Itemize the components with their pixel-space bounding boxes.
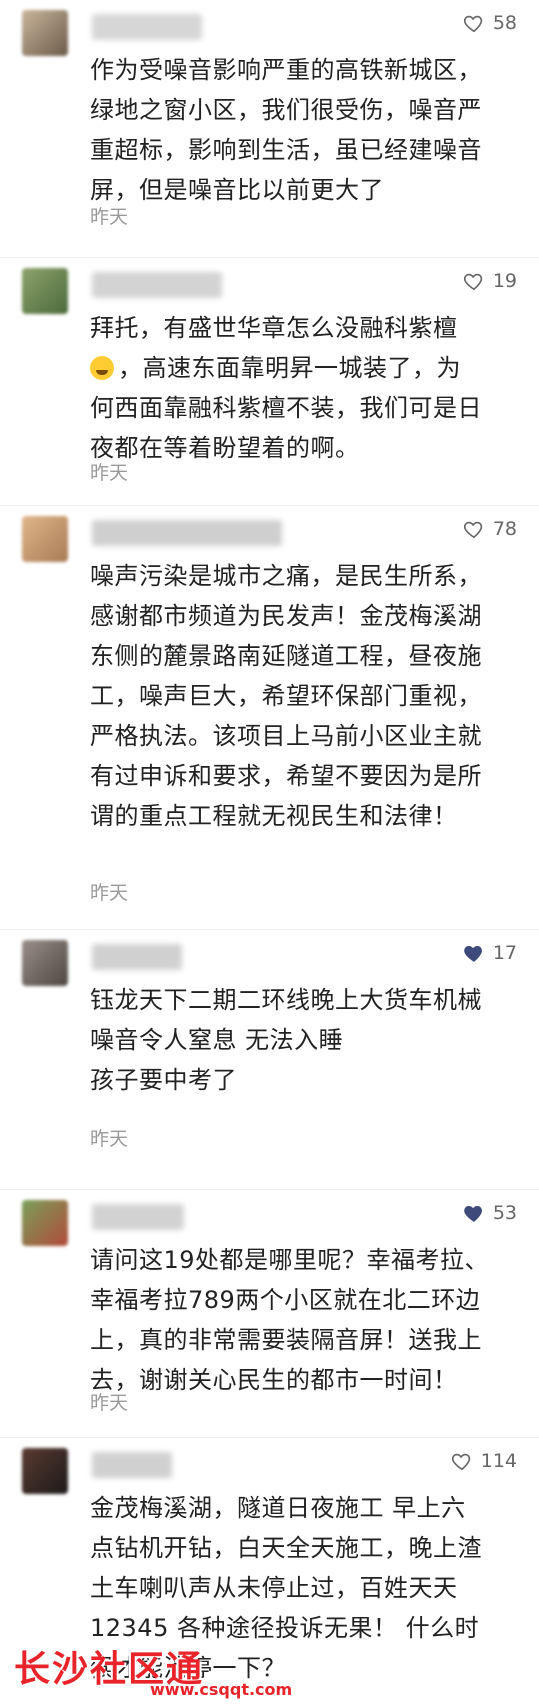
- comment-item: 17 钰龙天下二期二环线晚上大货车机械 噪音令人窒息 无法入睡 孩子要中考了 昨…: [0, 930, 539, 1190]
- comment-text: 钰龙天下二期二环线晚上大货车机械 噪音令人窒息 无法入睡 孩子要中考了: [90, 986, 482, 1094]
- watermark-url: www.csqqt.com: [150, 1680, 293, 1699]
- avatar[interactable]: [22, 940, 68, 986]
- like-count: 78: [492, 518, 517, 540]
- username-blurred[interactable]: [92, 272, 222, 298]
- like-count: 17: [492, 942, 517, 964]
- like-count: 114: [480, 1450, 517, 1472]
- comment-time: 昨天: [90, 206, 129, 228]
- comment-time: 昨天: [90, 882, 129, 904]
- heart-filled-icon: [463, 1202, 485, 1224]
- comment-item: 53 请问这19处都是哪里呢？幸福考拉、 幸福考拉789两个小区就在北二环边 上…: [0, 1190, 539, 1438]
- username-blurred[interactable]: [92, 1452, 172, 1478]
- crying-emoji-icon: [90, 356, 114, 380]
- comment-text-part: 拜托，有盛世华章怎么没融科紫檀: [90, 314, 458, 342]
- like-count: 58: [492, 12, 517, 34]
- heart-icon: [463, 518, 485, 540]
- like-button[interactable]: 19: [463, 270, 517, 292]
- comment-text-part: ，高速东面靠明昇一城装了，为 何西面靠融科紫檀不装，我们可是日 夜都在等着盼望着…: [90, 354, 482, 462]
- comment-text: 噪声污染是城市之痛，是民生所系， 感谢都市频道为民发声！金茂梅溪湖 东侧的麓景路…: [90, 562, 482, 830]
- heart-icon: [463, 12, 485, 34]
- avatar[interactable]: [22, 10, 68, 56]
- heart-icon: [451, 1450, 473, 1472]
- like-count: 53: [492, 1202, 517, 1224]
- avatar[interactable]: [22, 1448, 68, 1494]
- like-button[interactable]: 78: [463, 518, 517, 540]
- comment-item: 58 作为受噪音影响严重的高铁新城区， 绿地之窗小区，我们很受伤，噪音严 重超标…: [0, 0, 539, 258]
- like-button[interactable]: 114: [451, 1450, 517, 1472]
- username-blurred[interactable]: [92, 1204, 184, 1230]
- comment-time: 昨天: [90, 462, 129, 484]
- like-button[interactable]: 58: [463, 12, 517, 34]
- comment-item: 78 噪声污染是城市之痛，是民生所系， 感谢都市频道为民发声！金茂梅溪湖 东侧的…: [0, 506, 539, 930]
- heart-icon: [463, 270, 485, 292]
- comment-text: 作为受噪音影响严重的高铁新城区， 绿地之窗小区，我们很受伤，噪音严 重超标，影响…: [90, 56, 482, 204]
- comment-item: 19 拜托，有盛世华章怎么没融科紫檀 ，高速东面靠明昇一城装了，为 何西面靠融科…: [0, 258, 539, 506]
- username-blurred[interactable]: [92, 520, 282, 546]
- avatar[interactable]: [22, 268, 68, 314]
- comment-text: 请问这19处都是哪里呢？幸福考拉、 幸福考拉789两个小区就在北二环边 上，真的…: [90, 1246, 490, 1394]
- avatar[interactable]: [22, 1200, 68, 1246]
- comment-text: 拜托，有盛世华章怎么没融科紫檀 ，高速东面靠明昇一城装了，为 何西面靠融科紫檀不…: [90, 308, 517, 468]
- like-count: 19: [492, 270, 517, 292]
- comment-time: 昨天: [90, 1392, 129, 1414]
- heart-filled-icon: [463, 942, 485, 964]
- avatar[interactable]: [22, 516, 68, 562]
- username-blurred[interactable]: [92, 14, 202, 40]
- like-button[interactable]: 17: [463, 942, 517, 964]
- username-blurred[interactable]: [92, 944, 182, 970]
- comment-time: 昨天: [90, 1128, 129, 1150]
- like-button[interactable]: 53: [463, 1202, 517, 1224]
